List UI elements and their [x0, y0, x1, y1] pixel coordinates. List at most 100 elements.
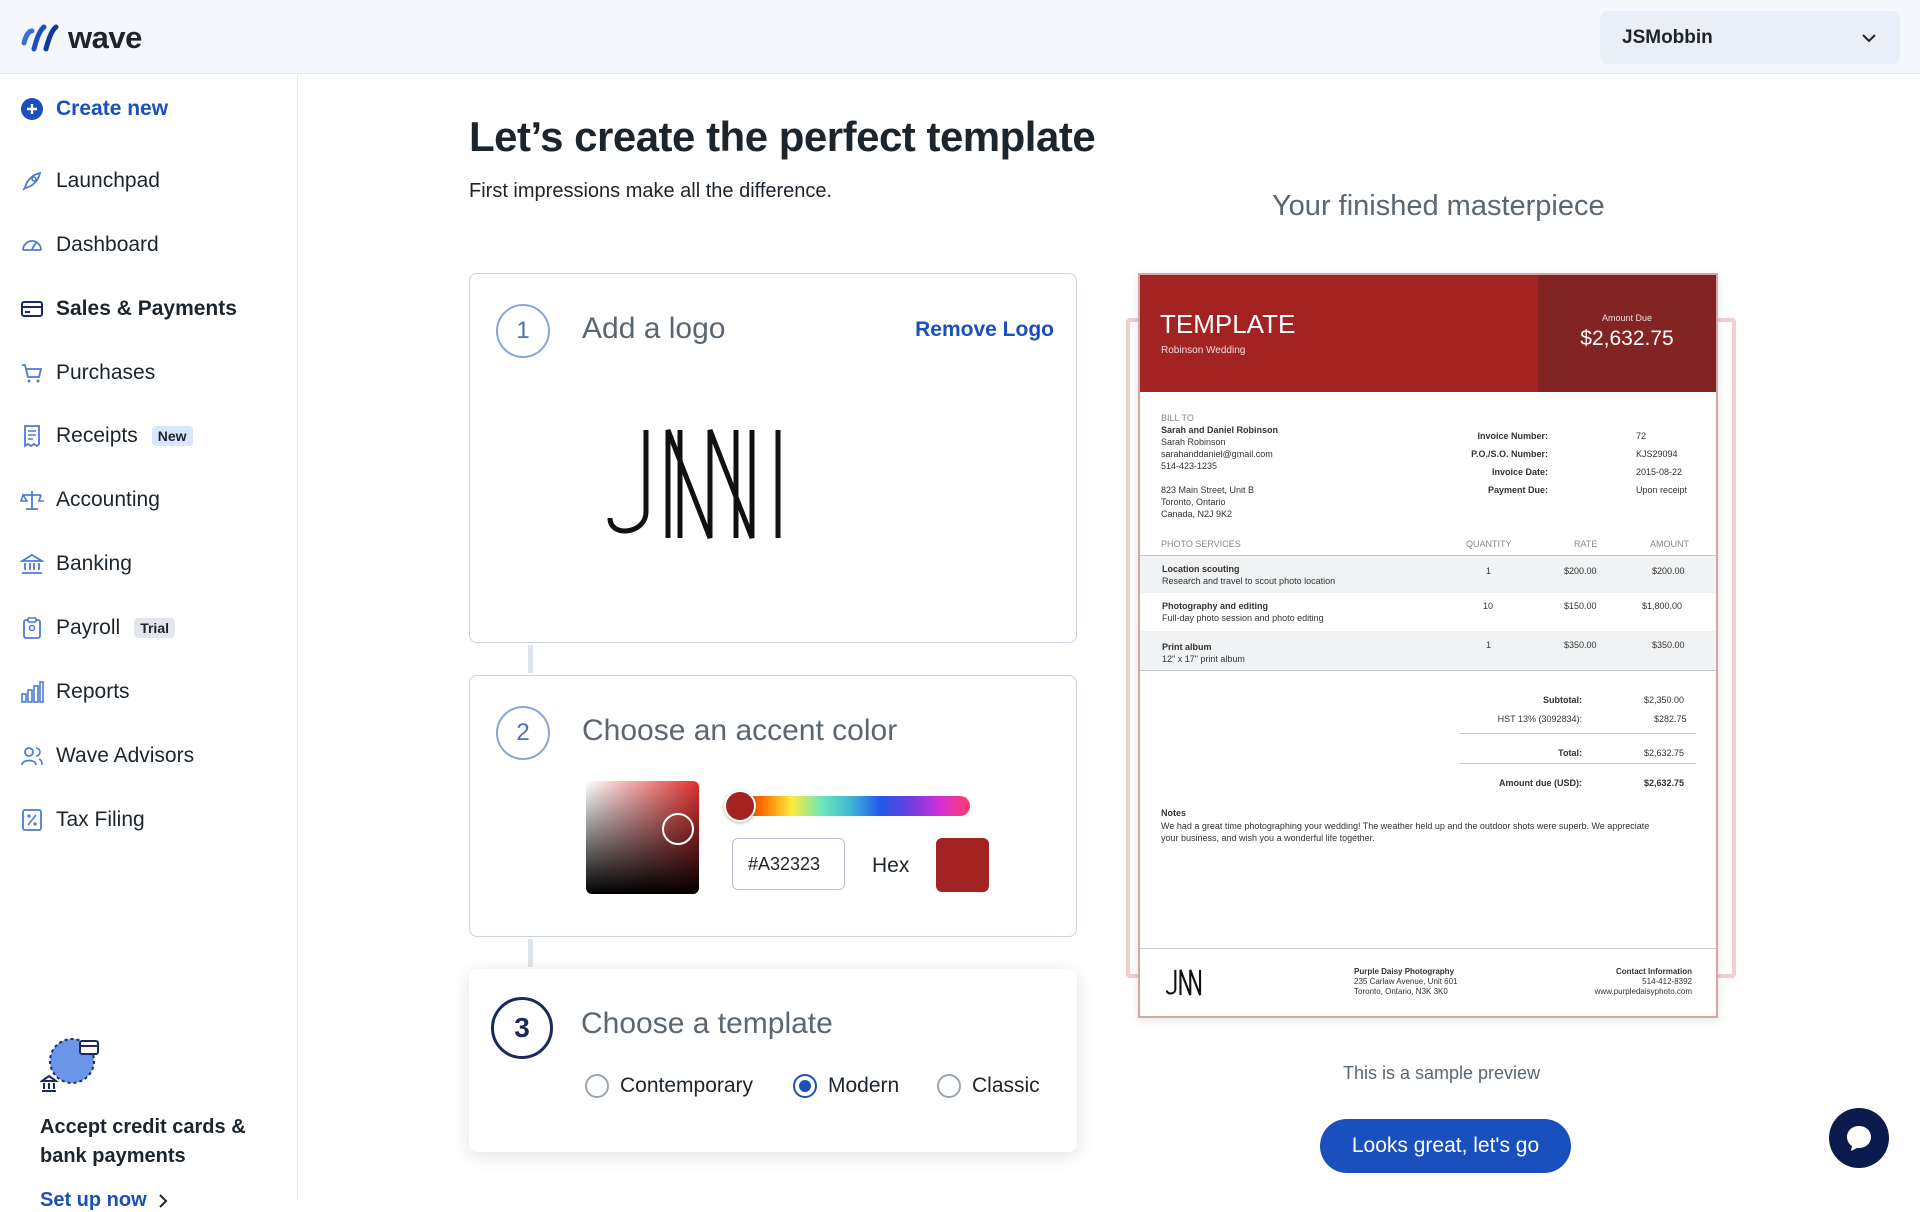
- footer-company-line: 235 Carlaw Avenue, Unit 601: [1354, 977, 1458, 986]
- step-accent-color-card: 2 Choose an accent color Hex: [469, 675, 1077, 937]
- amount-due-value: $2,632.75: [1580, 327, 1674, 350]
- total-key: HST 13% (3092834):: [1497, 714, 1582, 724]
- promo-title: Accept credit cards & bank payments: [40, 1116, 246, 1167]
- main-content: Let’s create the perfect template First …: [299, 75, 1920, 1200]
- wave-mark-icon: [21, 24, 59, 52]
- table-row: Print album 12" x 17" print album 1 $350…: [1140, 631, 1716, 671]
- wave-logo[interactable]: wave: [20, 20, 142, 56]
- invoice-header: TEMPLATE Robinson Wedding Amount Due $2,…: [1140, 275, 1716, 392]
- chevron-right-icon: [158, 1193, 168, 1208]
- account-switcher[interactable]: JSMobbin: [1600, 11, 1900, 64]
- invoice-preview: TEMPLATE Robinson Wedding Amount Due $2,…: [1126, 273, 1738, 1025]
- step-template-card: 3 Choose a template Contemporary Modern …: [469, 969, 1077, 1152]
- column-header: AMOUNT: [1650, 539, 1689, 549]
- set-up-now-link[interactable]: Set up now: [40, 1189, 169, 1212]
- meta-value: Upon receipt: [1636, 485, 1688, 495]
- item-quantity: 1: [1486, 640, 1492, 650]
- cart-icon: [22, 364, 43, 383]
- uploaded-logo[interactable]: [606, 426, 786, 546]
- clipboard-icon: [23, 617, 41, 639]
- column-header: PHOTO SERVICES: [1161, 539, 1241, 549]
- radio-button[interactable]: [793, 1074, 817, 1098]
- percent-doc-icon: [22, 809, 42, 831]
- sidebar-item-accounting[interactable]: Accounting: [20, 482, 160, 518]
- invoice-sheet: TEMPLATE Robinson Wedding Amount Due $2,…: [1138, 273, 1718, 1018]
- sidebar-item-reports[interactable]: Reports: [20, 674, 130, 710]
- sidebar-item-dashboard[interactable]: Dashboard: [20, 227, 159, 263]
- bar-chart-icon: [21, 681, 44, 703]
- footer-logo: [1166, 969, 1202, 996]
- sidebar-item-label: Reports: [56, 680, 130, 703]
- chevron-down-icon: [1862, 33, 1876, 42]
- radio-label: Classic: [972, 1074, 1040, 1097]
- invoice-title: TEMPLATE: [1160, 309, 1296, 339]
- saturation-handle[interactable]: [662, 813, 694, 845]
- create-new-label: Create new: [56, 97, 169, 120]
- sidebar-item-purchases[interactable]: Purchases: [20, 355, 155, 391]
- looks-great-button[interactable]: Looks great, let's go: [1320, 1119, 1571, 1173]
- sidebar-item-wave-advisors[interactable]: Wave Advisors: [20, 738, 194, 774]
- scale-icon: [20, 491, 44, 510]
- bill-to-line: sarahanddaniel@gmail.com: [1161, 449, 1273, 459]
- receipt-icon: [24, 425, 40, 448]
- page-subtitle: First impressions make all the differenc…: [469, 180, 833, 202]
- meta-value: 2015-08-22: [1636, 467, 1683, 477]
- sidebar-item-label: Accounting: [56, 488, 160, 511]
- sidebar-item-label: Banking: [56, 552, 132, 575]
- sidebar-item-banking[interactable]: Banking: [20, 546, 132, 582]
- column-header: RATE: [1574, 539, 1598, 549]
- step-number: 1: [496, 304, 550, 358]
- total-value: $2,632.75: [1644, 748, 1685, 758]
- bill-to-line: 514-423-1235: [1161, 461, 1218, 471]
- step-number: 3: [491, 997, 553, 1059]
- sidebar-item-label: Launchpad: [56, 169, 160, 192]
- sidebar-item-sales-payments[interactable]: Sales & Payments: [20, 291, 237, 327]
- hex-color-input[interactable]: [732, 838, 845, 890]
- new-badge: New: [151, 426, 193, 446]
- template-option-modern[interactable]: Modern: [793, 1074, 899, 1098]
- create-new-button[interactable]: Create new: [20, 91, 168, 127]
- footer-contact-line: 514-412-8392: [1642, 977, 1692, 986]
- notes-text: We had a great time photographing your w…: [1161, 821, 1650, 843]
- sidebar-item-tax-filing[interactable]: Tax Filing: [20, 802, 145, 838]
- saturation-picker[interactable]: [586, 781, 699, 894]
- sidebar-item-label: Tax Filing: [56, 808, 145, 831]
- sidebar-item-receipts[interactable]: Receipts New: [20, 418, 193, 454]
- preview-heading: Your finished masterpiece: [1272, 190, 1605, 222]
- item-description: Full-day photo session and photo editing: [1162, 613, 1324, 623]
- radio-button[interactable]: [937, 1074, 961, 1098]
- remove-logo-link[interactable]: Remove Logo: [915, 318, 1054, 342]
- trial-badge: Trial: [134, 618, 175, 638]
- sidebar-item-launchpad[interactable]: Launchpad: [20, 163, 160, 199]
- chat-button[interactable]: [1829, 1108, 1889, 1168]
- address-line: Toronto, Ontario: [1161, 497, 1226, 507]
- item-name: Print album: [1162, 642, 1212, 652]
- card-icon: [21, 301, 43, 317]
- sidebar-item-label: Wave Advisors: [56, 744, 195, 767]
- step-connector: [528, 645, 533, 673]
- invoice-footer: Purple Daisy Photography 235 Carlaw Aven…: [1140, 948, 1716, 1018]
- item-rate: $200.00: [1564, 566, 1597, 576]
- radio-button[interactable]: [585, 1074, 609, 1098]
- footer-company-line: Purple Daisy Photography: [1354, 967, 1455, 976]
- amount-due-label: Amount Due: [1601, 313, 1653, 323]
- meta-key: P.O./S.O. Number:: [1471, 449, 1548, 459]
- step-title: Add a logo: [582, 312, 726, 345]
- item-name: Location scouting: [1162, 564, 1240, 574]
- footer-company-line: Toronto, Ontario, N3K 3K0: [1354, 987, 1448, 996]
- sidebar-item-label: Receipts: [56, 424, 138, 447]
- account-name: JSMobbin: [1622, 26, 1713, 48]
- template-option-classic[interactable]: Classic: [937, 1074, 1040, 1098]
- color-swatch: [936, 838, 989, 892]
- sidebar-item-payroll[interactable]: Payroll Trial: [20, 610, 175, 646]
- divider: [1460, 733, 1696, 734]
- meta-value: KJS29094: [1636, 449, 1678, 459]
- item-description: Research and travel to scout photo locat…: [1162, 576, 1336, 586]
- plus-circle-icon: [21, 98, 43, 120]
- hue-slider[interactable]: [732, 796, 970, 816]
- radio-label: Modern: [828, 1074, 900, 1097]
- bill-to-label: BILL TO: [1161, 413, 1194, 423]
- template-option-contemporary[interactable]: Contemporary: [585, 1074, 753, 1098]
- meta-key: Invoice Number:: [1477, 431, 1548, 441]
- hue-slider-handle[interactable]: [724, 790, 756, 822]
